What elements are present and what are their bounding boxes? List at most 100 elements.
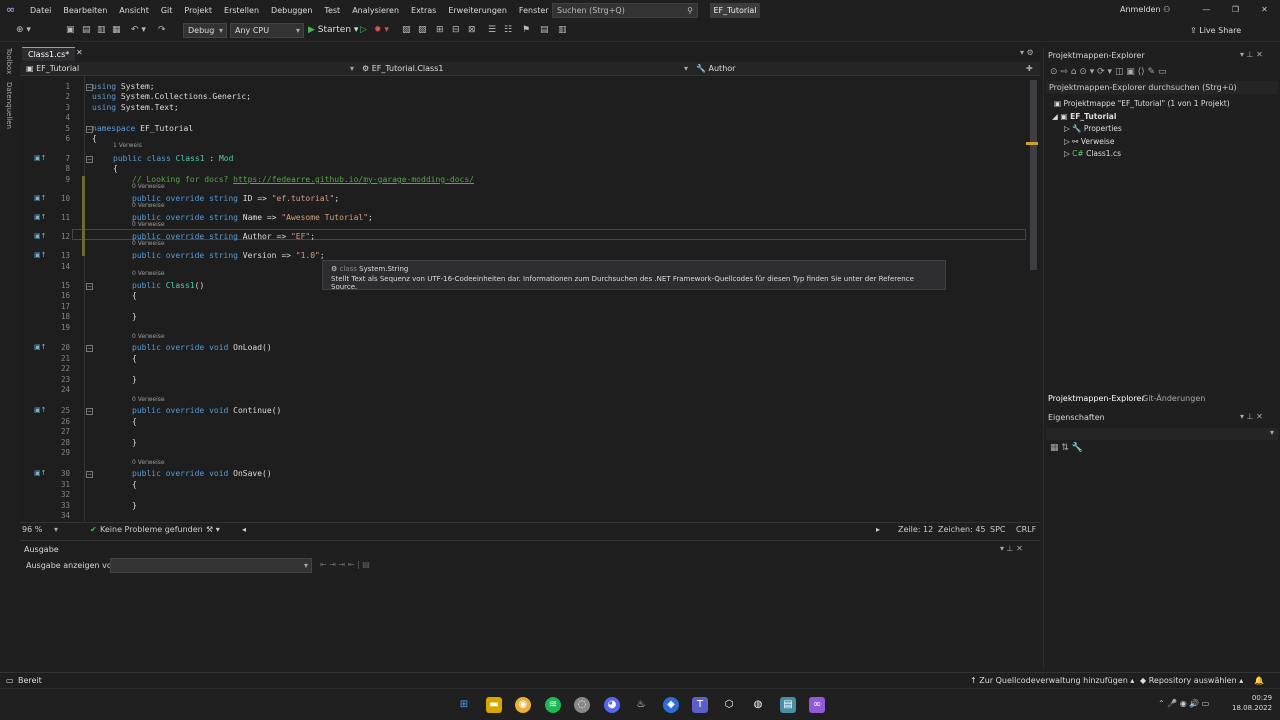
override-glyph-icon[interactable]: ▣↑ <box>34 469 46 477</box>
scroll-right-icon[interactable]: ▸ <box>876 523 880 537</box>
file-explorer-icon[interactable]: ▬ <box>486 697 502 713</box>
problems-status[interactable]: Keine Probleme gefunden <box>100 523 203 537</box>
minimize-icon[interactable]: — <box>1192 0 1221 20</box>
save-icon[interactable]: ▥ <box>97 23 106 38</box>
chrome-icon[interactable]: ◉ <box>515 697 531 713</box>
fold-toggle-icon[interactable]: − <box>86 471 93 478</box>
menu-item-erstellen[interactable]: Erstellen <box>224 6 259 15</box>
tree-solution[interactable]: ▣ Projektmappe "EF_Tutorial" (1 von 1 Pr… <box>1054 99 1230 108</box>
menu-item-analysieren[interactable]: Analysieren <box>352 6 399 15</box>
maximize-icon[interactable]: ❐ <box>1221 0 1250 20</box>
output-source-select[interactable]: ▾ <box>110 558 312 573</box>
start-button[interactable]: ▶ Starten ▾ <box>308 23 358 38</box>
configuration-select[interactable]: Debug ▾ <box>183 23 227 38</box>
hot-reload-icon[interactable]: ✹ ▾ <box>374 23 389 38</box>
editor-scrollbar-thumb[interactable] <box>1030 80 1037 270</box>
codelens-references[interactable]: 1 Verweis <box>113 142 142 149</box>
redo-icon[interactable]: ↷ <box>158 23 166 38</box>
notifications-icon[interactable]: 🔔 <box>1254 673 1264 689</box>
codelens-references[interactable]: 0 Verweise <box>132 240 165 247</box>
live-share-button[interactable]: ⇪ Live Share <box>1190 23 1241 38</box>
notepad-icon[interactable]: ▤ <box>780 697 796 713</box>
menu-item-projekt[interactable]: Projekt <box>184 6 212 15</box>
codelens-references[interactable]: 0 Verweise <box>132 396 165 403</box>
menu-item-extras[interactable]: Extras <box>411 6 436 15</box>
github-icon[interactable]: ◍ <box>750 697 766 713</box>
codelens-references[interactable]: 0 Verweise <box>132 202 165 209</box>
menu-item-ansicht[interactable]: Ansicht <box>119 6 149 15</box>
search-input[interactable]: Suchen (Strg+Q) ⚲ <box>552 3 698 18</box>
app-icon[interactable]: ◌ <box>574 697 590 713</box>
panel-controls[interactable]: ▾ ⊥ ✕ <box>1240 50 1263 59</box>
menu-item-bearbeiten[interactable]: Bearbeiten <box>63 6 107 15</box>
data-sources-tab[interactable]: Datenquellen <box>5 82 13 129</box>
menu-item-fenster[interactable]: Fenster <box>519 6 549 15</box>
discord-icon[interactable]: ◕ <box>604 697 620 713</box>
back-forward-icon[interactable]: ⊕ ▾ <box>16 23 31 38</box>
spotify-icon[interactable]: ≋ <box>545 697 561 713</box>
override-glyph-icon[interactable]: ▣↑ <box>34 194 46 202</box>
fold-toggle-icon[interactable]: − <box>86 283 93 290</box>
tree-item-class1[interactable]: ▷ C# Class1.cs <box>1064 149 1121 158</box>
menu-item-debuggen[interactable]: Debuggen <box>271 6 312 15</box>
toolbar-icon-5[interactable]: ⊠ <box>468 23 476 38</box>
member-dropdown[interactable]: 🔧 Author <box>696 62 1016 76</box>
scroll-left-icon[interactable]: ◂ <box>242 523 246 537</box>
save-all-icon[interactable]: ▦ <box>112 23 121 38</box>
split-icon[interactable]: ✚ <box>1026 62 1033 76</box>
fold-toggle-icon[interactable]: − <box>86 408 93 415</box>
toolbar-icon-9[interactable]: ▥ <box>558 23 567 38</box>
code-cleanup-icon[interactable]: ⚒ ▾ <box>206 523 220 537</box>
override-glyph-icon[interactable]: ▣↑ <box>34 343 46 351</box>
tab-overflow-icon[interactable]: ▾ ⚙ <box>1020 48 1034 57</box>
code-editor[interactable]: 1 − using System; 2 using System.Collections… <box>20 76 1028 522</box>
tab-git-changes[interactable]: Git-Änderungen <box>1142 394 1205 403</box>
codelens-references[interactable]: 0 Verweise <box>132 333 165 340</box>
toolbar-icon-1[interactable]: ▧ <box>402 23 411 38</box>
menu-item-datei[interactable]: Datei <box>30 6 51 15</box>
override-glyph-icon[interactable]: ▣↑ <box>34 232 46 240</box>
toolbar-icon-4[interactable]: ⊟ <box>452 23 460 38</box>
teams-icon[interactable]: T <box>692 697 708 713</box>
repository-button[interactable]: ◆ Repository auswählen ▴ <box>1140 673 1243 689</box>
codelens-references[interactable]: 0 Verweise <box>132 270 165 277</box>
tray-icons[interactable]: ⌃ 🎤 ◉ 🔊 ▭ <box>1158 699 1209 708</box>
undo-icon[interactable]: ↶ ▾ <box>131 23 146 38</box>
override-glyph-icon[interactable]: ▣↑ <box>34 251 46 259</box>
tab-solution-explorer[interactable]: Projektmappen-Explorer <box>1048 394 1145 403</box>
codelens-references[interactable]: 0 Verweise <box>132 183 165 190</box>
unity-icon[interactable]: ⬡ <box>721 697 737 713</box>
tree-project[interactable]: ◢ ▣ EF_Tutorial <box>1052 112 1116 121</box>
close-icon[interactable]: ✕ <box>1250 0 1279 20</box>
visual-studio-taskbar-icon[interactable]: ∞ <box>809 697 825 713</box>
solution-explorer-search[interactable]: Projektmappen-Explorer durchsuchen (Strg… <box>1046 81 1278 94</box>
panel-controls[interactable]: ▾ ⊥ ✕ <box>1240 412 1263 421</box>
toolbox-tab[interactable]: Toolbox <box>5 48 13 74</box>
properties-object-select[interactable]: ▾ <box>1046 428 1278 440</box>
steam-icon[interactable]: ♨ <box>633 697 649 713</box>
override-glyph-icon[interactable]: ▣↑ <box>34 213 46 221</box>
source-control-button[interactable]: ↑ Zur Quellcodeverwaltung hinzufügen ▴ <box>970 673 1134 689</box>
override-glyph-icon[interactable]: ▣↑ <box>34 154 46 162</box>
fold-toggle-icon[interactable]: − <box>86 345 93 352</box>
browser-icon[interactable]: ◆ <box>663 697 679 713</box>
close-icon[interactable]: ✕ <box>76 48 83 57</box>
class-dropdown[interactable]: ⚙ EF_Tutorial.Class1 <box>362 62 682 76</box>
codelens-references[interactable]: 0 Verweise <box>132 459 165 466</box>
toolbar-icon-2[interactable]: ▨ <box>418 23 427 38</box>
platform-select[interactable]: Any CPU ▾ <box>230 23 304 38</box>
menu-item-test[interactable]: Test <box>324 6 340 15</box>
project-dropdown[interactable]: ▣ EF_Tutorial <box>26 62 356 76</box>
system-clock[interactable]: 00:29 18.08.2022 <box>1232 693 1272 713</box>
solution-explorer-toolbar[interactable]: ⊙ ⇨ ⌂ ⊙ ▾ ⟳ ▾ ◫ ▣ ⟨⟩ ✎ ▭ <box>1050 67 1166 77</box>
fold-toggle-icon[interactable]: − <box>86 156 93 163</box>
tree-item-references[interactable]: ▷ ⚯ Verweise <box>1064 137 1114 146</box>
code-token[interactable]: https://fedearre.github.io/my-garage-mod… <box>233 175 474 184</box>
tree-item-properties[interactable]: ▷ 🔧 Properties <box>1064 124 1122 133</box>
codelens-references[interactable]: 0 Verweise <box>132 221 165 228</box>
menu-item-erweiterungen[interactable]: Erweiterungen <box>448 6 507 15</box>
spacing-status[interactable]: SPC <box>990 523 1006 537</box>
toolbar-icon-8[interactable]: ▤ <box>540 23 549 38</box>
bookmark-icon[interactable]: ⚑ <box>522 23 530 38</box>
line-ending-status[interactable]: CRLF <box>1016 523 1036 537</box>
